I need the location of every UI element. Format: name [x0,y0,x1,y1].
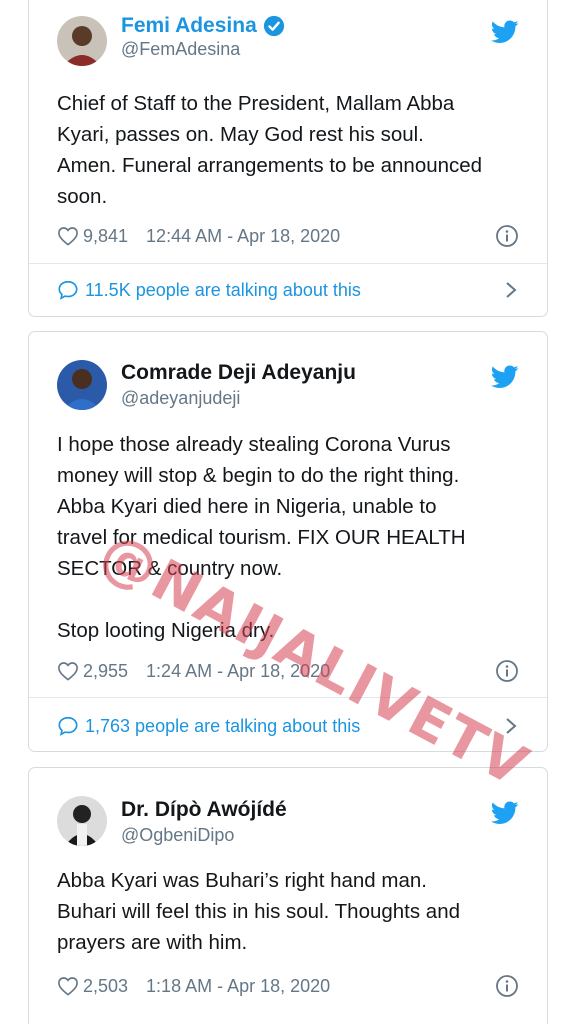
tweet-card[interactable]: Femi Adesina @FemAdesina Chief of Staff … [28,0,548,317]
user-handle[interactable]: @adeyanjudeji [121,388,240,408]
info-icon[interactable] [495,659,519,683]
user-handle[interactable]: @OgbeniDipo [121,825,234,845]
info-icon[interactable] [495,224,519,248]
twitter-bird-icon[interactable] [491,20,519,44]
talking-count[interactable]: 11.5K people are talking about this [85,280,361,301]
tweet-text: Chief of Staff to the President, Mallam … [57,92,483,208]
timestamp[interactable]: 1:24 AM - Apr 18, 2020 [146,661,330,682]
timestamp[interactable]: 12:44 AM - Apr 18, 2020 [146,226,340,247]
tweet-text: I hope those already stealing Corona Vur… [57,433,466,642]
conversation-link[interactable]: 11.5K people are talking about this [57,277,519,303]
chevron-right-icon[interactable] [503,280,519,300]
display-name[interactable]: Comrade Deji Adeyanju [121,361,356,385]
avatar[interactable] [57,796,107,846]
display-name[interactable]: Femi Adesina [121,14,257,38]
talking-count[interactable]: 1,763 people are talking about this [85,716,360,737]
divider [29,697,547,698]
like-count[interactable]: 2,503 [83,976,128,997]
avatar[interactable] [57,360,107,410]
twitter-bird-icon[interactable] [491,365,519,389]
heart-icon[interactable] [57,976,79,996]
info-icon[interactable] [495,974,519,998]
conversation-link[interactable]: 1,763 people are talking about this [57,713,519,739]
tweet-card[interactable]: Dr. Dípò Awójídé @OgbeniDipo Abba Kyari … [28,767,548,1024]
chevron-right-icon[interactable] [503,716,519,736]
tweet-text: Abba Kyari was Buhari’s right hand man. … [57,869,461,954]
divider [29,263,547,264]
speech-bubble-icon [58,280,78,300]
display-name[interactable]: Dr. Dípò Awójídé [121,798,287,822]
heart-icon[interactable] [57,226,79,246]
tweet-card[interactable]: Comrade Deji Adeyanju @adeyanjudeji I ho… [28,331,548,752]
twitter-bird-icon[interactable] [491,801,519,825]
like-count[interactable]: 2,955 [83,661,128,682]
user-handle[interactable]: @FemAdesina [121,39,240,59]
verified-badge-icon [263,15,284,37]
speech-bubble-icon [58,716,78,736]
timestamp[interactable]: 1:18 AM - Apr 18, 2020 [146,976,330,997]
avatar[interactable] [57,16,107,66]
like-count[interactable]: 9,841 [83,226,128,247]
heart-icon[interactable] [57,661,79,681]
